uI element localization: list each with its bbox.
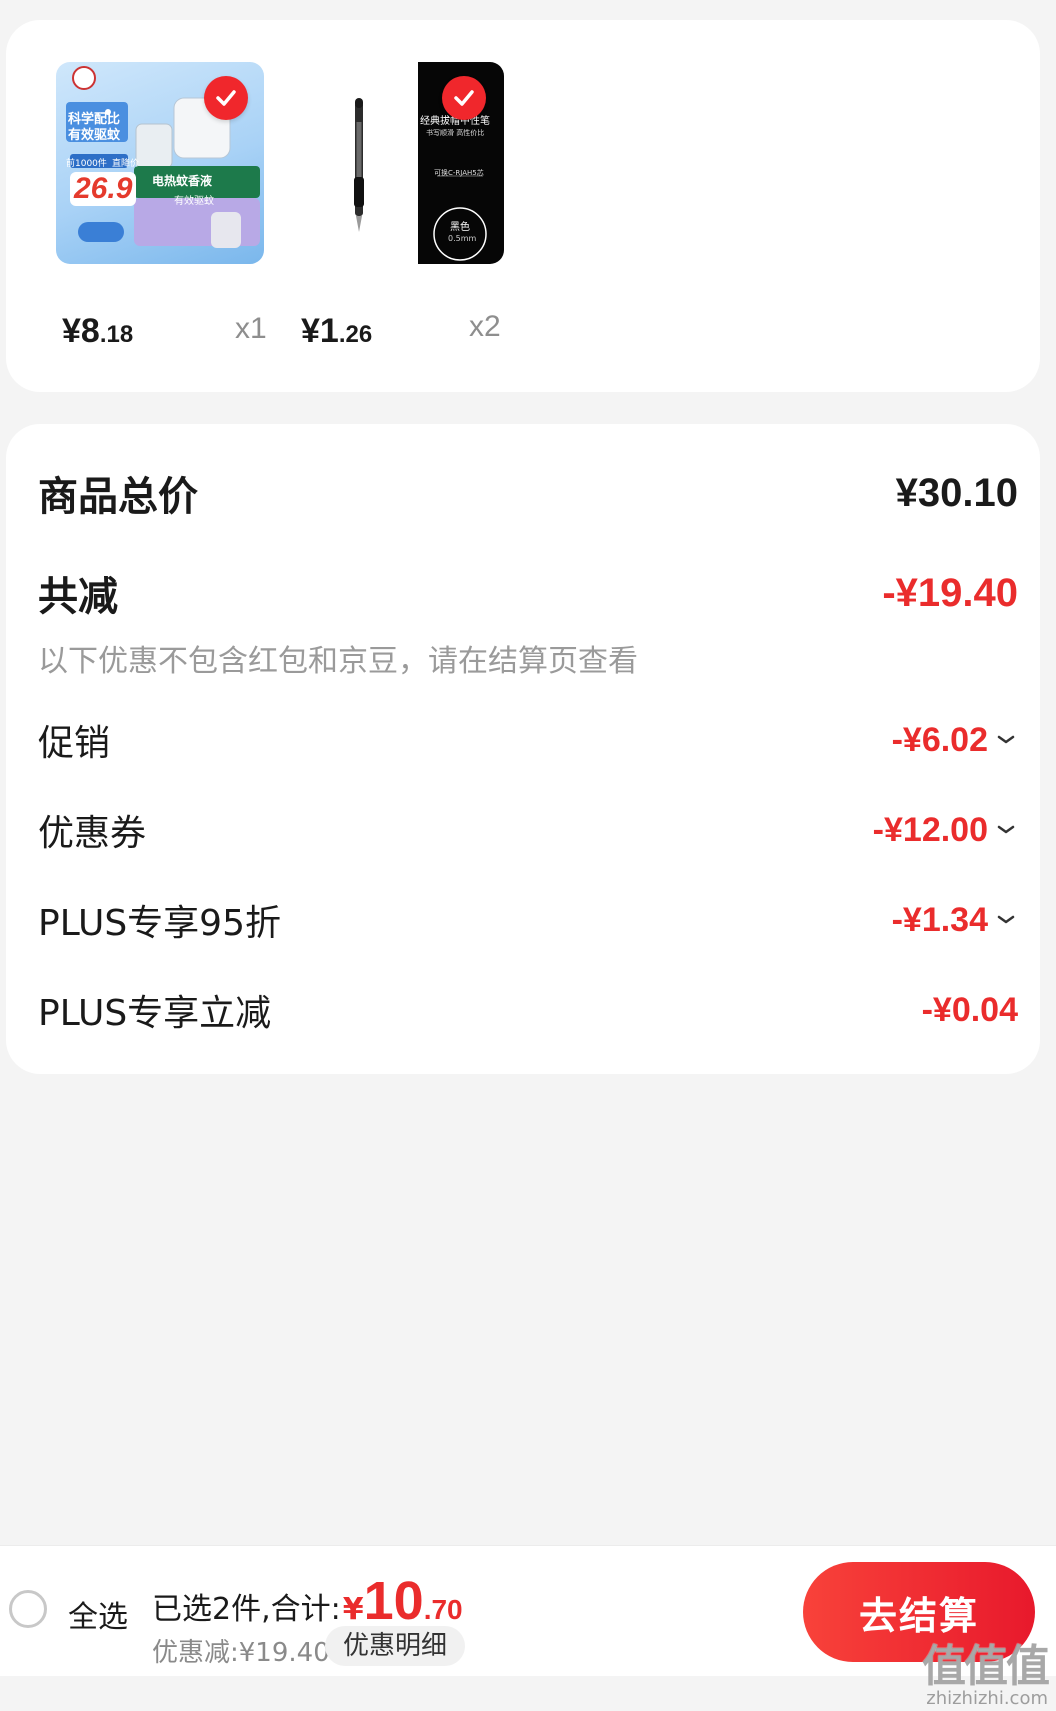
discount-detail-button[interactable]: 优惠明细 <box>325 1626 466 1666</box>
watermark: 值值值 zhizhizhi.com <box>922 1630 1050 1709</box>
selected-check-icon[interactable] <box>442 76 486 120</box>
discount-row-plus-instant: PLUS专享立减 -¥0.04 <box>38 984 1018 1036</box>
selected-count-label: 已选2件,合计: <box>152 1592 341 1627</box>
mosquito-tag2: 直降价 <box>112 159 140 169</box>
mosquito-promo-price: 26.9 <box>70 172 137 206</box>
total-yen: ¥ <box>342 1592 364 1627</box>
price-dec: .18 <box>99 321 134 348</box>
product-quantity: x2 <box>469 310 501 343</box>
mosquito-line2: 有效驱蚊 <box>68 128 121 143</box>
total-reduce-row: 共减 -¥19.40 <box>38 564 1018 622</box>
watermark-sub: zhizhizhi.com <box>926 1688 1048 1709</box>
discount-total: 优惠减:¥19.40 <box>152 1638 330 1668</box>
discount-row-plus-95[interactable]: PLUS专享95折 -¥1.34 <box>38 894 1018 946</box>
total-reduce-label: 共减 <box>38 574 118 620</box>
discount-value-wrap: -¥12.00 <box>873 811 1018 850</box>
discount-value: -¥1.34 <box>891 900 988 939</box>
discount-value: -¥12.00 <box>872 810 988 849</box>
mosquito-product-sub: 有效驱蚊 <box>174 196 214 207</box>
pen-size: 0.5mm <box>448 234 477 243</box>
watermark-main: 值值值 <box>922 1641 1050 1692</box>
product-price: ¥1.26 <box>301 312 372 351</box>
discount-value-wrap: -¥6.02 <box>892 721 1018 760</box>
pen-color: 黑色 <box>450 222 470 233</box>
discount-row-coupon[interactable]: 优惠券 -¥12.00 <box>38 804 1018 856</box>
cart-products-card: 科学配比 有效驱蚊 前1000件 直降价 26.9 电热蚊香液 有效驱蚊 ¥8.… <box>6 20 1040 392</box>
price-dec: .26 <box>338 321 373 348</box>
chevron-down-icon[interactable] <box>994 818 1018 842</box>
select-all-radio[interactable] <box>9 1590 47 1628</box>
product-price: ¥8.18 <box>62 312 133 351</box>
chevron-down-icon[interactable] <box>994 728 1018 752</box>
checkout-bar: 全选 已选2件,合计: ¥ 10 .70 优惠减:¥19.40 优惠明细 去结算 <box>0 1545 1056 1676</box>
total-price-label: 商品总价 <box>38 474 198 520</box>
pen-line2: 书写顺滑 高性价比 <box>426 129 485 137</box>
discount-value: -¥0.04 <box>921 990 1018 1029</box>
selected-check-icon[interactable] <box>204 76 248 120</box>
chevron-down-icon[interactable] <box>994 908 1018 932</box>
total-price-row: 商品总价 ¥30.10 <box>38 464 1018 522</box>
total-price-value: ¥30.10 <box>895 470 1018 515</box>
mosquito-tag: 前1000件 <box>66 159 107 169</box>
discount-label: PLUS专享95折 <box>38 903 281 944</box>
selected-summary: 已选2件,合计: ¥ 10 .70 <box>152 1570 463 1632</box>
discount-label: 优惠券 <box>38 813 147 854</box>
discount-note: 以下优惠不包含红包和京豆，请在结算页查看 <box>38 644 638 679</box>
product-quantity: x1 <box>235 312 267 345</box>
pen-line3: 可换C-RJAH5芯 <box>434 169 484 177</box>
discount-value-wrap: -¥1.34 <box>892 901 1018 940</box>
total-reduce-value: -¥19.40 <box>882 570 1018 615</box>
select-all-label[interactable]: 全选 <box>68 1592 128 1636</box>
discount-row-promotion[interactable]: 促销 -¥6.02 <box>38 714 1018 766</box>
discount-value: -¥6.02 <box>891 720 988 759</box>
mosquito-product-name: 电热蚊香液 <box>152 174 213 188</box>
price-int: ¥8 <box>62 312 100 350</box>
total-int: 10 <box>363 1571 424 1631</box>
total-dec: .70 <box>423 1594 463 1625</box>
price-int: ¥1 <box>301 312 339 350</box>
discount-label: PLUS专享立减 <box>38 993 272 1034</box>
discount-label: 促销 <box>38 723 111 764</box>
